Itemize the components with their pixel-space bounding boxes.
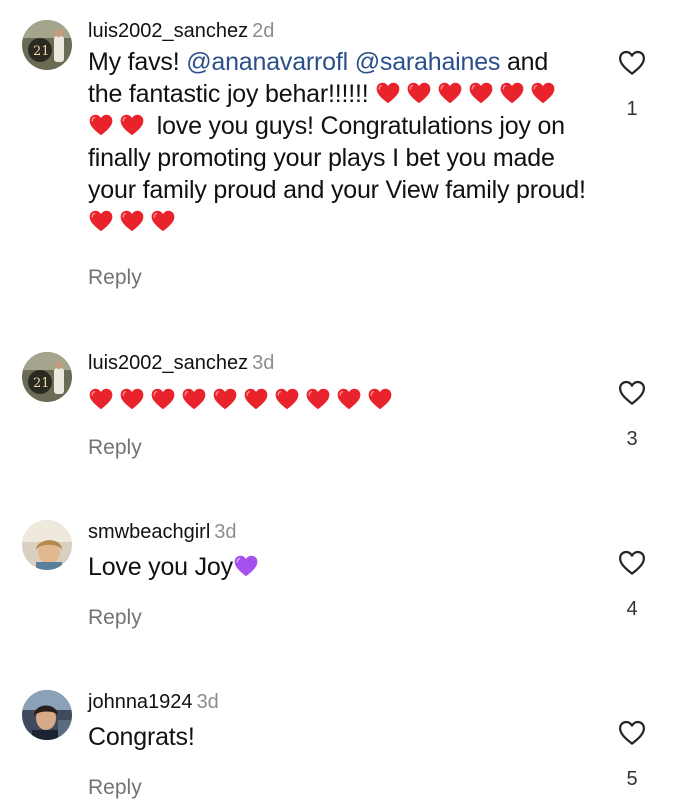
comment-text: Love you Joy — [88, 551, 588, 583]
red-heart-emoji — [88, 386, 114, 412]
red-heart-emoji — [212, 386, 238, 412]
reply-button[interactable]: Reply — [88, 776, 142, 800]
red-heart-emoji — [243, 386, 269, 412]
red-heart-emoji — [499, 80, 525, 106]
avatar[interactable] — [22, 520, 72, 570]
username[interactable]: johnna1924 — [88, 691, 193, 713]
red-heart-emoji — [375, 80, 401, 106]
red-heart-emoji — [150, 386, 176, 412]
timestamp: 3d — [196, 691, 219, 713]
red-heart-emoji — [530, 80, 556, 106]
svg-text:21: 21 — [33, 44, 50, 59]
heart-outline-icon[interactable] — [617, 718, 647, 748]
reply-button[interactable]: Reply — [88, 436, 142, 460]
timestamp: 2d — [252, 20, 275, 42]
mention-link[interactable]: @sarahaines — [355, 48, 501, 76]
timestamp: 3d — [214, 521, 237, 543]
like-count: 5 — [626, 768, 638, 790]
timestamp: 3d — [252, 352, 275, 374]
username[interactable]: luis2002_sanchez — [88, 352, 248, 374]
red-heart-emoji — [119, 112, 145, 138]
purple-heart-emoji — [233, 553, 259, 579]
svg-text:21: 21 — [33, 376, 50, 391]
red-heart-emoji — [437, 80, 463, 106]
avatar[interactable]: 21 — [22, 20, 72, 70]
comment-text — [88, 384, 588, 416]
comment-text: My favs! @ananavarrofl @sarahaines and t… — [88, 46, 588, 238]
reply-button[interactable]: Reply — [88, 266, 142, 290]
avatar[interactable] — [22, 690, 72, 740]
red-heart-emoji — [150, 208, 176, 234]
heart-outline-icon[interactable] — [617, 378, 647, 408]
red-heart-emoji — [274, 386, 300, 412]
red-heart-emoji — [88, 208, 114, 234]
red-heart-emoji — [88, 112, 114, 138]
like-count: 4 — [626, 598, 638, 620]
red-heart-emoji — [336, 386, 362, 412]
like-count: 1 — [626, 98, 638, 120]
comment-text: Congrats! — [88, 723, 195, 751]
red-heart-emoji — [119, 386, 145, 412]
red-heart-emoji — [468, 80, 494, 106]
username[interactable]: luis2002_sanchez — [88, 20, 248, 42]
red-heart-emoji — [367, 386, 393, 412]
username[interactable]: smwbeachgirl — [88, 521, 210, 543]
red-heart-emoji — [119, 208, 145, 234]
like-count: 3 — [626, 428, 638, 450]
red-heart-emoji — [305, 386, 331, 412]
red-heart-emoji — [181, 386, 207, 412]
heart-outline-icon[interactable] — [617, 548, 647, 578]
heart-outline-icon[interactable] — [617, 48, 647, 78]
mention-link[interactable]: @ananavarrofl — [186, 48, 348, 76]
red-heart-emoji — [406, 80, 432, 106]
reply-button[interactable]: Reply — [88, 606, 142, 630]
avatar[interactable]: 21 — [22, 352, 72, 402]
